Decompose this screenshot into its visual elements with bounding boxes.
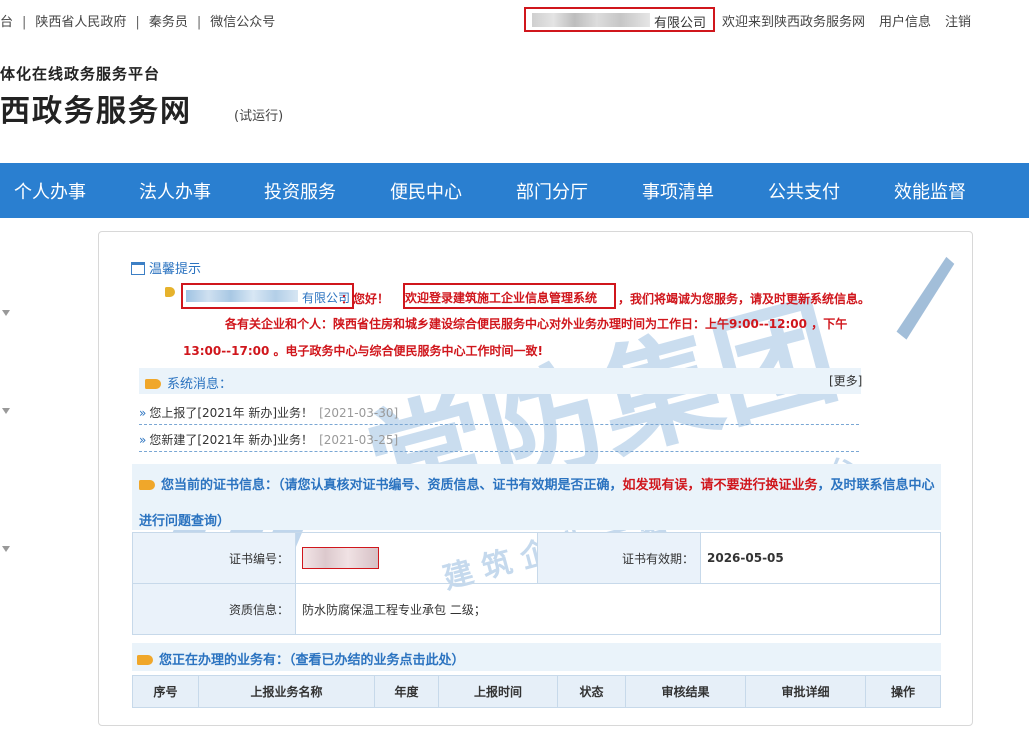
company-name-box: 有限公司 xyxy=(181,283,354,309)
main-nav: 个人办事 法人办事 投资服务 便民中心 部门分厅 事项清单 公共支付 效能监督 xyxy=(0,163,1029,218)
nav-convenience[interactable]: 便民中心 xyxy=(390,178,462,204)
greeting-rest: ，我们将竭诚为您服务，请及时更新系统信息。 xyxy=(618,292,871,306)
top-link-gov[interactable]: 陕西省人民政府 xyxy=(35,11,126,30)
notice-line-1: 各有关企业和个人：陕西省住房和城乡建设综合便民服务中心对外业务办理时间为工作日：… xyxy=(225,317,848,331)
trial-label: (试运行) xyxy=(234,109,284,124)
nav-personal[interactable]: 个人办事 xyxy=(14,178,86,204)
list-item[interactable]: » 您上报了[2021年 新办]业务！ [2021-03-30] xyxy=(139,404,398,421)
content-card: 常防集团 建筑企业一站式服务平台 温馨提示 有限公司 ：您好！ ，我们将竭诚为您… xyxy=(98,231,973,726)
top-user-area: 欢迎来到陕西政务服务网 用户信息 注销 xyxy=(722,11,985,30)
top-links: 台 | 陕西省人民政府 | 秦务员 | 微信公众号 xyxy=(0,11,275,30)
current-company-badge: 有限公司 xyxy=(524,7,715,32)
nav-public-payment[interactable]: 公共支付 xyxy=(768,178,840,204)
double-chevron-icon: » xyxy=(139,406,147,420)
qual-label: 资质信息： xyxy=(132,583,296,635)
nav-departments[interactable]: 部门分厅 xyxy=(516,178,588,204)
cert-no-value xyxy=(295,532,538,584)
top-link-qinwuyuan[interactable]: 秦务员 xyxy=(149,11,188,30)
window-icon xyxy=(131,262,145,275)
top-link-portal[interactable]: 台 xyxy=(0,11,13,30)
cert-title: 您当前的证书信息：（请您认真核对证书编号、资质信息、证书有效期是否正确，如发现有… xyxy=(139,478,935,529)
col-action: 操作 xyxy=(865,675,941,708)
nav-investment[interactable]: 投资服务 xyxy=(264,178,336,204)
nav-legal-person[interactable]: 法人办事 xyxy=(139,178,211,204)
double-chevron-icon: » xyxy=(139,433,147,447)
redacted-cert-no xyxy=(302,547,379,569)
welcome-text: 欢迎来到陕西政务服务网 xyxy=(722,15,866,30)
col-status: 状态 xyxy=(557,675,626,708)
system-welcome: 欢迎登录建筑施工企业信息管理系统 xyxy=(405,291,598,305)
cert-table: 证书编号： 证书有效期： 2026-05-05 资质信息： 防水防腐保温工程专业… xyxy=(132,532,941,635)
col-review: 审核结果 xyxy=(625,675,746,708)
business-title[interactable]: 您正在办理的业务有：（查看已办结的业务点击此处） xyxy=(137,649,465,668)
col-detail: 审批详细 xyxy=(745,675,866,708)
sidebar-chevron-down-icon[interactable] xyxy=(2,546,10,552)
system-name-box: 欢迎登录建筑施工企业信息管理系统 xyxy=(403,283,616,309)
logout-link[interactable]: 注销 xyxy=(945,15,971,30)
user-info-link[interactable]: 用户信息 xyxy=(879,15,931,30)
qual-value: 防水防腐保温工程专业承包 二级； xyxy=(295,583,941,635)
pointing-hand-icon xyxy=(139,480,155,490)
divider xyxy=(139,424,859,425)
company-suffix: 有限公司 xyxy=(654,16,707,31)
cert-no-label: 证书编号： xyxy=(132,532,296,584)
pointing-hand-icon xyxy=(145,379,161,389)
sidebar-chevron-down-icon[interactable] xyxy=(2,310,10,316)
top-bar: 台 | 陕西省人民政府 | 秦务员 | 微信公众号 有限公司 欢迎来到陕西政务服务网 用户信息… xyxy=(0,0,1029,38)
tip-title: 温馨提示 xyxy=(149,262,202,277)
divider xyxy=(139,451,859,452)
redacted-company-name xyxy=(532,13,650,27)
col-index: 序号 xyxy=(132,675,199,708)
more-link[interactable]: [更多] xyxy=(829,372,862,389)
list-item[interactable]: » 您新建了[2021年 新办]业务！ [2021-03-25] xyxy=(139,431,398,448)
system-msg-bar xyxy=(139,368,861,394)
tip-header: 温馨提示 xyxy=(131,258,201,277)
speaker-icon xyxy=(165,287,175,297)
sidebar-chevron-down-icon[interactable] xyxy=(2,408,10,414)
business-table: 序号 上报业务名称 年度 上报时间 状态 审核结果 审批详细 操作 xyxy=(132,675,941,708)
brand-subtitle: 体化在线政务服务平台 xyxy=(0,65,161,83)
notice-line-2: 13:00--17:00 。电子政务中心与综合便民服务中心工作时间一致! xyxy=(183,344,544,358)
greeting-text: ：您好！ xyxy=(341,292,390,306)
cert-expiry-label: 证书有效期： xyxy=(537,532,701,584)
cert-expiry-value: 2026-05-05 xyxy=(700,532,941,584)
top-link-wechat[interactable]: 微信公众号 xyxy=(210,11,275,30)
nav-item-list[interactable]: 事项清单 xyxy=(642,178,714,204)
brand-title[interactable]: 西政务服务网 xyxy=(0,86,192,130)
pointing-hand-icon xyxy=(137,655,153,665)
redacted-company-name xyxy=(186,290,298,302)
system-msg-title: 系统消息： xyxy=(145,373,232,392)
nav-efficiency[interactable]: 效能监督 xyxy=(894,178,966,204)
col-name: 上报业务名称 xyxy=(198,675,375,708)
col-time: 上报时间 xyxy=(438,675,558,708)
col-year: 年度 xyxy=(374,675,439,708)
